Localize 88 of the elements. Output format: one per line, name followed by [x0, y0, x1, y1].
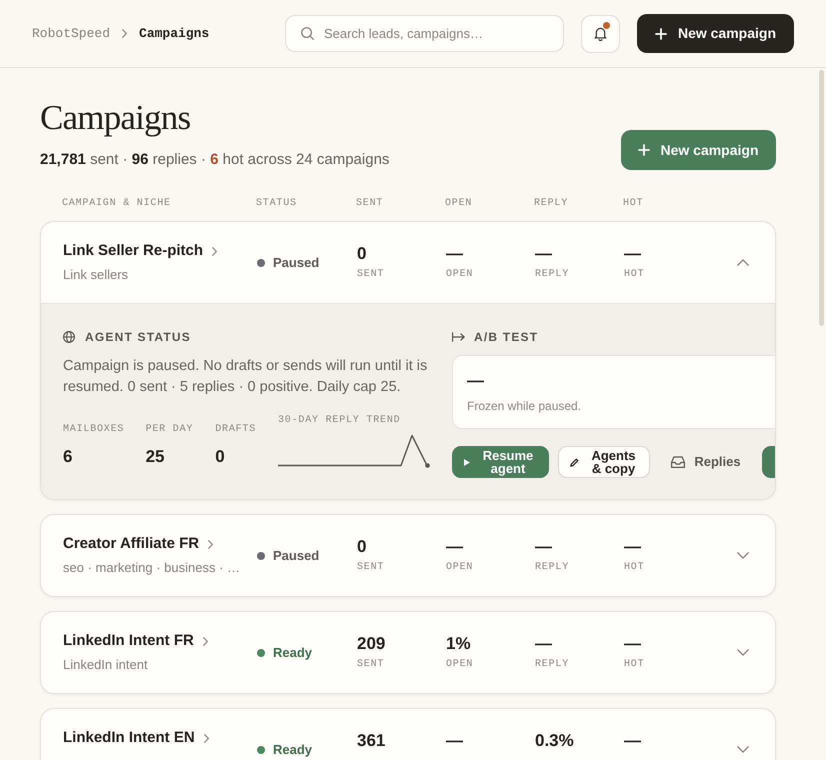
stat-value: — [624, 633, 641, 655]
campaign-name[interactable]: Creator Affiliate FR [63, 534, 200, 554]
stat-label: MAILBOXES [63, 423, 124, 437]
campaign-name[interactable]: LinkedIn Intent EN [63, 728, 195, 748]
stat-label: OPEN [446, 268, 474, 282]
chevron-right-icon [122, 29, 128, 38]
chevron-right-icon [208, 540, 214, 548]
stat-value: 25 [146, 446, 164, 468]
pencil-icon [570, 458, 578, 466]
chevron-down-icon[interactable] [737, 552, 749, 559]
status-label: Paused [273, 546, 320, 565]
stat-label: REPLY [535, 561, 570, 575]
stat-value: 6 [63, 446, 72, 468]
column-header: REPLY [534, 197, 568, 211]
trend-label: 30-DAY REPLY TREND [278, 414, 400, 428]
stat-value: — [624, 536, 641, 558]
stat-label: REPLY [535, 658, 570, 672]
column-header: HOT [623, 197, 644, 211]
chevron-down-icon[interactable] [737, 746, 749, 753]
agent-status-text: Campaign is paused. No drafts or sends will run until it is resumed. 0 sent · 5 replies · 0 positive. Daily cap 25. [63, 357, 428, 397]
campaign-niche: LinkedIn intent [63, 656, 148, 674]
stat-value: — [624, 243, 641, 265]
status-label: Ready [273, 740, 312, 759]
breadcrumb-link[interactable]: RobotSpeed [32, 24, 110, 44]
stat-label: OPEN [446, 658, 474, 672]
action-button[interactable] [762, 446, 775, 478]
breadcrumb-current: Campaigns [139, 24, 210, 43]
column-header: CAMPAIGN & NICHE [62, 197, 171, 211]
scrollbar-thumb[interactable] [819, 70, 824, 326]
stat-value: — [446, 243, 463, 265]
stat-label: OPEN [446, 561, 474, 575]
stat-label: DRAFTS [215, 423, 256, 437]
chevron-right-icon [212, 246, 218, 256]
campaign-niche: Link sellers [63, 266, 128, 284]
chevron-right-icon [204, 734, 209, 742]
search-field[interactable]: Search leads, campaigns… [284, 15, 564, 52]
play-icon [464, 458, 470, 466]
chevron-down-icon[interactable] [737, 649, 749, 656]
column-header: STATUS [256, 197, 297, 211]
stat-label: HOT [624, 561, 644, 575]
campaign-niche: seo · marketing · business · … [63, 559, 240, 577]
ab-test-value: — [467, 370, 484, 390]
stat-value: 0 [357, 536, 366, 558]
new-campaign-button[interactable]: New campaign [621, 130, 776, 170]
search-icon [300, 27, 314, 40]
agents-copy-button[interactable]: Agents & copy [558, 446, 650, 478]
stat-label: REPLY [535, 268, 570, 282]
new-campaign-button[interactable]: New campaign [636, 14, 794, 53]
stat-label: SENT [357, 268, 384, 282]
summary-text: 21,781 sent · 96 replies · 6 hot across 24 campaigns [40, 150, 390, 170]
stat-label: SENT [357, 658, 384, 672]
stat-label: SENT [357, 561, 384, 575]
stat-value: 1% [446, 633, 471, 655]
stat-value: — [446, 730, 463, 752]
column-header: OPEN [445, 197, 472, 211]
stat-value: 0 [357, 243, 366, 265]
section-title: A/B TEST [474, 329, 538, 345]
stat-value: — [535, 243, 552, 265]
stat-value: 361 [357, 730, 386, 752]
stat-value: — [535, 536, 552, 558]
stat-label: HOT [624, 658, 644, 672]
stat-value: 0 [215, 446, 225, 468]
stat-label: PER DAY [146, 423, 194, 437]
arrow-from-bar-icon [452, 332, 465, 342]
notifications-button[interactable] [580, 14, 620, 52]
status-label: Ready [273, 644, 312, 662]
stat-value: 209 [357, 633, 386, 655]
plus-icon [638, 144, 650, 156]
chevron-up-icon[interactable] [737, 259, 749, 266]
inbox-icon [671, 456, 686, 468]
campaign-name[interactable]: LinkedIn Intent FR [63, 631, 194, 651]
bell-icon [594, 26, 607, 41]
status-label: Paused [273, 254, 320, 272]
ab-test-note: Frozen while paused. [467, 398, 582, 414]
plus-icon [654, 28, 667, 40]
section-title: AGENT STATUS [85, 329, 191, 345]
stat-value: — [535, 633, 552, 655]
chevron-right-icon [202, 636, 208, 646]
stat-value: — [446, 536, 463, 558]
stat-label: HOT [624, 268, 644, 282]
column-header: SENT [356, 197, 384, 211]
campaign-name[interactable]: Link Seller Re-pitch [63, 241, 204, 261]
page-title: Campaigns [40, 98, 190, 138]
replies-button[interactable]: Replies [661, 446, 751, 478]
resume-button[interactable]: Resume agent [452, 446, 549, 478]
stat-value: — [624, 730, 641, 752]
globe-icon [63, 331, 75, 343]
stat-value: 0.3% [535, 730, 574, 752]
